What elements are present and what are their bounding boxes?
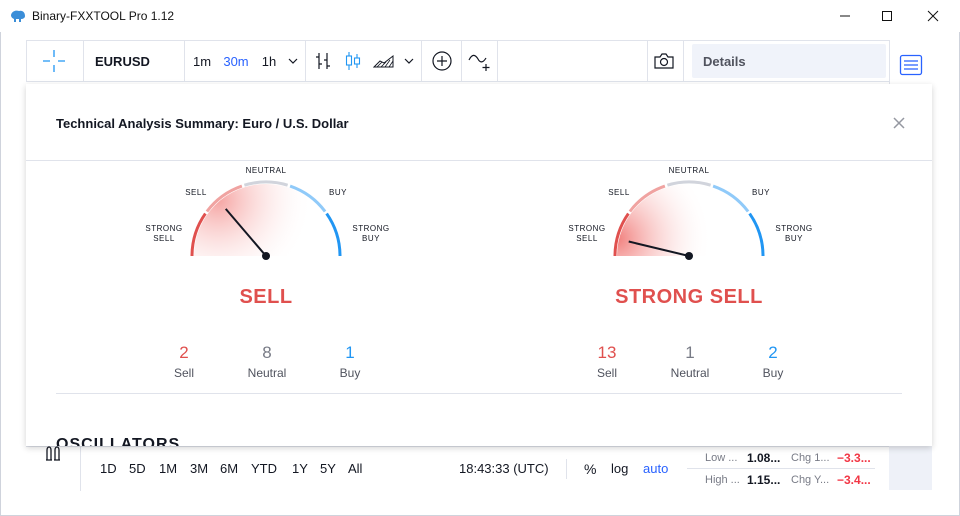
gauge-label-buy: BUY — [329, 188, 347, 197]
add-circle-icon — [432, 51, 452, 71]
candles-chart-type-button[interactable] — [339, 41, 367, 81]
gauge-label-sell: SELL — [608, 188, 630, 197]
gauge-pivot — [685, 252, 693, 260]
minimize-icon — [840, 15, 850, 17]
compare-wave-plus-icon — [468, 54, 490, 71]
gauge-label-strong-sell: STRONG SELL — [145, 224, 183, 243]
neutral-count: 8 Neutral — [247, 343, 287, 380]
range-ytd[interactable]: YTD — [251, 461, 277, 476]
screenshot-button[interactable] — [649, 41, 679, 81]
stat-label: Chg Y... — [791, 474, 830, 486]
app-logo-icon — [11, 10, 25, 22]
details-tab[interactable]: Details — [692, 44, 886, 78]
stat-value: 1.15... — [747, 473, 781, 487]
close-icon — [927, 10, 939, 22]
stat-value: 1.08... — [747, 451, 781, 465]
watchlist-button[interactable] — [899, 53, 923, 82]
ohlc-bars-icon — [316, 53, 330, 69]
maximize-icon — [882, 11, 892, 21]
range-5y[interactable]: 5Y — [320, 461, 336, 476]
close-button[interactable] — [910, 0, 956, 32]
neutral-count: 1 Neutral — [670, 343, 710, 380]
gauge-label-buy: BUY — [752, 188, 770, 197]
list-item[interactable]: High ... 1.15... Chg Y... −3.4... — [687, 468, 875, 490]
maximize-button[interactable] — [864, 0, 910, 32]
summary-gauge-overall: STRONG SELL SELL NEUTRAL BUY STRONG BUY ST… — [559, 164, 819, 394]
stat-value: −3.4... — [837, 473, 871, 487]
sell-count: 2 Sell — [173, 343, 194, 380]
magnet-icon — [46, 446, 60, 461]
stat-label: Chg 1... — [791, 452, 830, 464]
clock-readout[interactable]: 18:43:33 (UTC) — [459, 461, 549, 476]
chart-toolbar: EURUSD 1m 30m 1h Details — [26, 40, 932, 82]
chart-type-dropdown[interactable] — [401, 41, 417, 81]
gauge-label-neutral: NEUTRAL — [245, 166, 287, 175]
auto-scale-toggle[interactable]: auto — [643, 461, 668, 476]
range-1d[interactable]: 1D — [100, 461, 117, 476]
indicators-button[interactable] — [424, 41, 460, 81]
range-1y[interactable]: 1Y — [292, 461, 308, 476]
range-5d[interactable]: 5D — [129, 461, 146, 476]
percent-scale-toggle[interactable]: % — [584, 461, 596, 477]
area-chart-icon — [373, 54, 394, 68]
interval-30m[interactable]: 30m — [219, 41, 253, 81]
gauge-verdict: SELL — [239, 286, 293, 308]
range-3m[interactable]: 3M — [190, 461, 208, 476]
buy-count: 2 Buy — [762, 343, 784, 380]
minimize-button[interactable] — [822, 0, 868, 32]
stat-label: High ... — [705, 474, 740, 486]
interval-dropdown[interactable] — [285, 41, 301, 81]
list-item[interactable]: Low ... 1.08... Chg 1... −3.3... — [687, 446, 875, 468]
chevron-down-icon — [404, 58, 414, 64]
buy-count: 1 Buy — [339, 343, 361, 380]
symbol-search[interactable]: EURUSD — [85, 41, 185, 81]
dialog-title: Technical Analysis Summary: Euro / U.S. … — [56, 116, 349, 131]
gauge-pivot — [262, 252, 270, 260]
dialog-close-button[interactable] — [890, 114, 908, 132]
summary-gauge-oscillators: STRONG SELL SELL NEUTRAL BUY STRONG BUY SE… — [136, 164, 396, 394]
right-panel-strip — [889, 446, 932, 490]
range-6m[interactable]: 6M — [220, 461, 238, 476]
range-all[interactable]: All — [348, 461, 362, 476]
gauge-label-strong-buy: STRONG BUY — [775, 224, 813, 243]
area-chart-type-button[interactable] — [369, 41, 399, 81]
window-title: Binary-FXXTOOL Pro 1.12 — [32, 9, 175, 23]
camera-icon — [654, 53, 674, 69]
technical-analysis-dialog: Technical Analysis Summary: Euro / U.S. … — [26, 84, 932, 446]
gauge-label-neutral: NEUTRAL — [668, 166, 710, 175]
interval-1m[interactable]: 1m — [187, 41, 217, 81]
close-icon — [893, 117, 905, 129]
log-scale-toggle[interactable]: log — [611, 461, 628, 476]
bar-chart-type-button[interactable] — [309, 41, 337, 81]
oscillators-heading: OSCILLATORS — [56, 436, 181, 446]
dialog-divider — [26, 160, 932, 161]
gauge-verdict: STRONG SELL — [615, 286, 763, 308]
section-divider — [56, 393, 902, 394]
stat-label: Low ... — [705, 452, 738, 464]
crosshair-icon — [43, 50, 65, 72]
candles-icon — [345, 52, 361, 70]
compare-button[interactable] — [463, 41, 497, 81]
sell-count: 13 Sell — [596, 343, 617, 380]
gauge-label-strong-buy: STRONG BUY — [352, 224, 390, 243]
stat-value: −3.3... — [837, 451, 871, 465]
list-icon — [899, 54, 923, 76]
title-bar: Binary-FXXTOOL Pro 1.12 — [0, 0, 960, 32]
chevron-down-icon — [288, 58, 298, 64]
crosshair-button[interactable] — [27, 41, 81, 81]
magnet-button[interactable] — [44, 444, 62, 467]
range-1m[interactable]: 1M — [159, 461, 177, 476]
gauge-label-strong-sell: STRONG SELL — [568, 224, 606, 243]
interval-1h[interactable]: 1h — [255, 41, 283, 81]
gauge-label-sell: SELL — [185, 188, 207, 197]
